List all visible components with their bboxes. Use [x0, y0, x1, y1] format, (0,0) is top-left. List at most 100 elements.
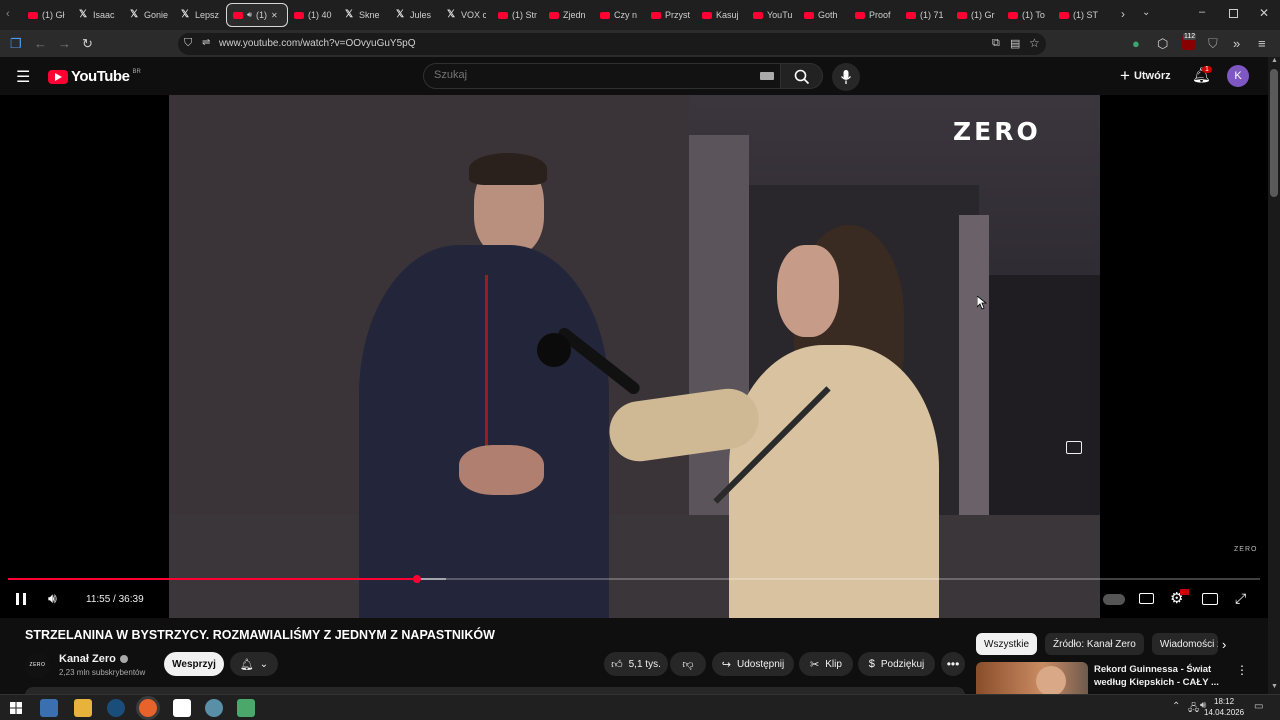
- search-button[interactable]: [781, 63, 823, 89]
- tab-scroll-right-icon[interactable]: ›: [1121, 7, 1125, 21]
- support-button[interactable]: Wesprzyj: [164, 652, 224, 676]
- browser-tab[interactable]: (1) Str: [492, 3, 543, 27]
- theater-mode-icon[interactable]: [1202, 593, 1218, 605]
- taskbar-clock[interactable]: 18:12: [1214, 697, 1234, 706]
- close-window-icon[interactable]: ✕: [1259, 6, 1269, 20]
- workspaces-icon[interactable]: ❐: [10, 36, 22, 51]
- browser-tab[interactable]: 𝕏 Lepsz: [175, 3, 226, 27]
- filter-chip[interactable]: Źródło: Kanał Zero: [1045, 633, 1144, 655]
- recommendation-thumbnail[interactable]: [976, 662, 1088, 694]
- filter-chip[interactable]: Wiadomości z: [1151, 633, 1218, 655]
- browser-tab[interactable]: Proof: [849, 3, 900, 27]
- dislike-button[interactable]: 👎︎: [670, 652, 706, 676]
- browser-tab[interactable]: YouTu: [747, 3, 798, 27]
- chips-next-icon[interactable]: ›: [1222, 637, 1226, 652]
- restore-icon[interactable]: [1229, 9, 1238, 18]
- channel-logo[interactable]: ZERO: [25, 653, 50, 678]
- site-info-icon[interactable]: ⛉: [184, 37, 192, 50]
- video-player[interactable]: ZERO ZERO 🔊︎ 11:55 / 36:39 ⚙ ⤢: [0, 95, 1268, 618]
- scrollbar-thumb[interactable]: [1270, 69, 1278, 197]
- browser-tab[interactable]: (1) 40: [288, 3, 339, 27]
- dev-app-icon[interactable]: [205, 699, 223, 717]
- tune-icon[interactable]: ⇌: [202, 37, 210, 48]
- reader-view-icon[interactable]: ▤: [1010, 37, 1020, 50]
- more-tools-icon[interactable]: »: [1233, 36, 1240, 51]
- notification-center-icon[interactable]: ▭: [1254, 701, 1263, 712]
- file-explorer-icon[interactable]: [74, 699, 92, 717]
- keyboard-icon[interactable]: [760, 72, 774, 80]
- tab-list-dropdown-icon[interactable]: ⌄: [1142, 7, 1150, 18]
- browser-tab[interactable]: 🔊︎ (1) ✕: [226, 3, 288, 27]
- create-button[interactable]: + Utwórz: [1120, 67, 1171, 84]
- browser-tab[interactable]: (1) To: [1002, 3, 1053, 27]
- bookmark-star-icon[interactable]: ☆: [1029, 36, 1040, 50]
- channel-name[interactable]: Kanał Zero: [59, 653, 116, 665]
- more-actions-button[interactable]: •••: [941, 652, 965, 676]
- browser-tab[interactable]: (1) STI: [1053, 3, 1104, 27]
- forward-icon[interactable]: →: [58, 36, 71, 51]
- video-frame[interactable]: [169, 95, 1100, 618]
- tab-scroll-left-icon[interactable]: ‹: [6, 8, 10, 20]
- browser-tab[interactable]: Przyst: [645, 3, 696, 27]
- browser-tab[interactable]: (1) Gł: [22, 3, 73, 27]
- browser-tab[interactable]: 𝕏 Jules: [390, 3, 441, 27]
- browser-tab[interactable]: Kasuj: [696, 3, 747, 27]
- tray-chevron-up-icon[interactable]: ⌃: [1172, 701, 1180, 712]
- browser-tab[interactable]: (1) Gr: [951, 3, 1002, 27]
- browser-tab[interactable]: 𝕏 Isaac: [73, 3, 124, 27]
- tab-label: Proof: [869, 10, 891, 20]
- browser-tab[interactable]: (1) 71: [900, 3, 951, 27]
- audio-playing-icon[interactable]: 🔊︎: [247, 10, 252, 20]
- tray-network-icon[interactable]: 🖧: [1188, 701, 1199, 718]
- windows-start-icon[interactable]: [10, 702, 22, 714]
- pause-icon[interactable]: [16, 593, 26, 605]
- filter-chip[interactable]: Wszystkie: [976, 633, 1037, 655]
- extensions-icon[interactable]: ⬡: [1157, 36, 1168, 51]
- screenshot-icon[interactable]: ⧉: [992, 37, 1000, 50]
- guide-menu-icon[interactable]: ☰: [16, 67, 30, 87]
- youtube-logo[interactable]: YouTube BR: [48, 68, 141, 85]
- close-tab-icon[interactable]: ✕: [271, 11, 278, 20]
- avatar[interactable]: K: [1227, 65, 1249, 87]
- steam-icon[interactable]: [107, 699, 125, 717]
- taskbar-date[interactable]: 14.04.2026: [1204, 708, 1244, 717]
- voice-search-button[interactable]: [832, 63, 860, 91]
- fullscreen-icon[interactable]: ⤢: [1235, 590, 1246, 607]
- clip-button[interactable]: ✂ Klip: [799, 652, 853, 676]
- monitor-app-icon[interactable]: [40, 699, 58, 717]
- firefox-icon[interactable]: [139, 699, 157, 717]
- scroll-up-icon[interactable]: ▲: [1271, 57, 1278, 64]
- thanks-button[interactable]: $ Podziękuj: [858, 652, 935, 676]
- calculator-icon[interactable]: [237, 699, 255, 717]
- like-button[interactable]: 👍︎ 5,1 tys.: [604, 652, 668, 676]
- scroll-down-icon[interactable]: ▼: [1271, 683, 1278, 690]
- search-input[interactable]: [434, 69, 734, 81]
- channel-name-row[interactable]: Kanał Zero: [59, 653, 128, 665]
- back-icon[interactable]: ←: [34, 36, 47, 51]
- miniplayer-icon[interactable]: [1066, 441, 1082, 454]
- search-box[interactable]: [423, 63, 781, 89]
- browser-tab[interactable]: 𝕏 VOX c: [441, 3, 492, 27]
- subscription-bell-button[interactable]: 🔔︎ ⌄: [230, 652, 278, 676]
- volume-icon[interactable]: 🔊︎: [48, 590, 57, 607]
- reload-icon[interactable]: ↻: [82, 36, 93, 51]
- subtitles-icon[interactable]: [1139, 593, 1154, 604]
- share-button[interactable]: ↪ Udostępnij: [712, 652, 794, 676]
- browser-tab[interactable]: 𝕏 Gonie: [124, 3, 175, 27]
- url-text[interactable]: www.youtube.com/watch?v=OOvyuGuY5pQ: [219, 38, 415, 49]
- notion-icon[interactable]: [173, 699, 191, 717]
- minimize-icon[interactable]: –: [1199, 6, 1205, 18]
- recommendation-menu-icon[interactable]: ⋮: [1236, 663, 1248, 677]
- address-bar[interactable]: ⛉ ⇌ www.youtube.com/watch?v=OOvyuGuY5pQ …: [178, 33, 1046, 55]
- menu-icon[interactable]: ≡: [1258, 36, 1266, 51]
- browser-tab[interactable]: Zjedn: [543, 3, 594, 27]
- browser-tab[interactable]: Czy n: [594, 3, 645, 27]
- privacy-shield-icon[interactable]: ⛉: [1208, 36, 1218, 51]
- autoplay-toggle[interactable]: [1103, 594, 1125, 605]
- progress-track[interactable]: [8, 575, 1260, 583]
- vpn-shield-icon[interactable]: ●: [1132, 36, 1140, 51]
- browser-tab[interactable]: 𝕏 Skne: [339, 3, 390, 27]
- browser-tab[interactable]: Goth: [798, 3, 849, 27]
- recommendation-title[interactable]: Rekord Guinnessa - Świat według Kiepskic…: [1094, 663, 1224, 689]
- page-scrollbar[interactable]: ▲ ▼: [1268, 57, 1280, 694]
